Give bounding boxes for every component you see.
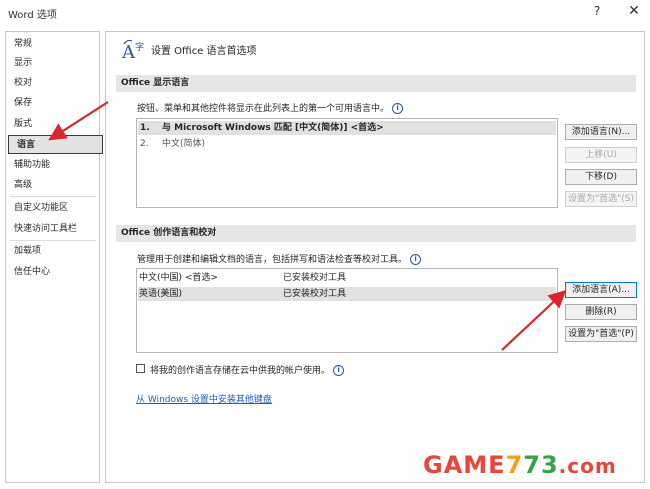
watermark-part: 73 [523,451,559,479]
annotation-arrow-add-language [501,289,567,351]
annotation-arrows [48,101,567,351]
watermark-part: .com [558,454,617,478]
site-watermark: GAME773.com [423,451,617,479]
annotation-arrow-language [48,101,109,141]
watermark-part: 7 [505,451,524,479]
watermark-part: GAME [423,451,506,479]
